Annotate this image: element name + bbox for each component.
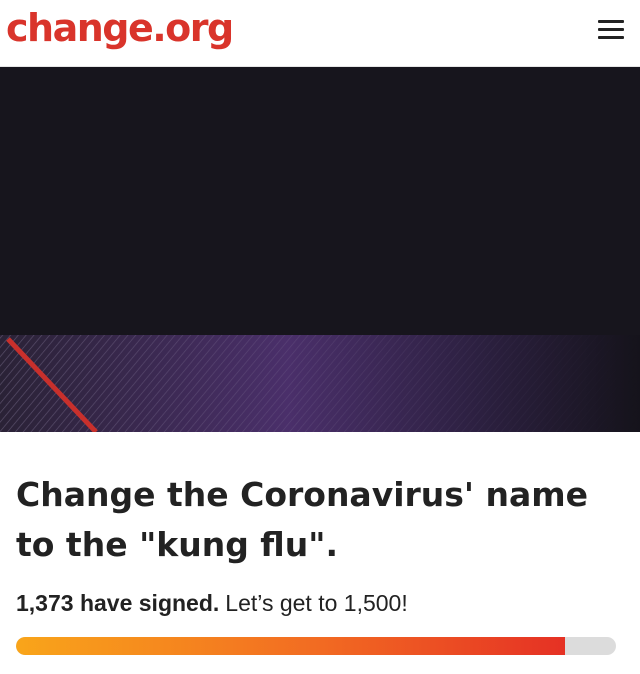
site-header: change.org bbox=[0, 0, 640, 67]
petition-title: Change the Coronavirus' name to the "kun… bbox=[16, 475, 589, 564]
hero-artwork bbox=[0, 67, 640, 432]
petition-hero-image bbox=[0, 67, 640, 432]
hamburger-menu-icon[interactable] bbox=[598, 18, 624, 42]
change-org-logo[interactable]: change.org bbox=[6, 2, 234, 54]
signature-progress-bar bbox=[16, 637, 616, 655]
menu-line bbox=[598, 20, 624, 23]
menu-line bbox=[598, 28, 624, 31]
signature-count: 1,373 have signed. bbox=[16, 590, 220, 616]
menu-line bbox=[598, 36, 624, 39]
progress-fill bbox=[16, 637, 565, 655]
signature-goal: Let’s get to 1,500! bbox=[225, 590, 408, 616]
signature-status: 1,373 have signed. Let’s get to 1,500! bbox=[16, 590, 408, 617]
